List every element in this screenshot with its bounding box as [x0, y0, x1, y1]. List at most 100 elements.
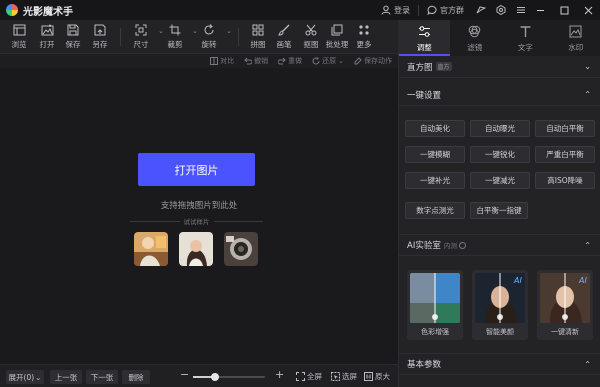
ai-lab-section[interactable]: AI实验室 内测 ⌃ — [399, 234, 600, 256]
spot-metering-button[interactable]: 数字点测光 — [405, 202, 465, 219]
chevron-down-icon[interactable]: ⌄ — [584, 62, 591, 71]
sample-thumbnail-2[interactable] — [179, 232, 213, 266]
official-group-button[interactable]: 官方群 — [427, 5, 464, 16]
restore-button[interactable]: 还原 ⌄ — [312, 56, 344, 66]
undo-button[interactable]: 撤销 — [244, 56, 268, 66]
one-click-blur-button[interactable]: 一键模糊 — [405, 146, 465, 163]
reduce-light-button[interactable]: 一键减光 — [470, 172, 530, 189]
close-button[interactable] — [576, 0, 600, 20]
auto-white-balance-button[interactable]: 自动白平衡 — [535, 120, 595, 137]
redo-label: 重做 — [288, 57, 303, 65]
fill-light-button[interactable]: 一键补光 — [405, 172, 465, 189]
delete-button[interactable]: 删除 — [122, 370, 150, 384]
redo-button[interactable]: 重做 — [278, 56, 302, 66]
batch-button[interactable]: 批处理 — [323, 23, 351, 50]
ai-card-fresh[interactable]: AI 一键清新 — [537, 270, 593, 340]
chevron-down-icon[interactable]: ⌄ — [338, 57, 344, 65]
select-button[interactable]: 选屏 — [331, 371, 357, 382]
save-icon — [67, 24, 79, 36]
image-canvas[interactable]: 打开图片 支持拖拽图片到此处 试试样片 — [0, 68, 398, 364]
histogram-badge: 直方 — [435, 62, 452, 71]
auto-beautify-button[interactable]: 自动美化 — [405, 120, 465, 137]
save-as-label: 另存 — [92, 40, 108, 49]
svg-text:AI: AI — [513, 276, 522, 285]
auto-exposure-button[interactable]: 自动曝光 — [470, 120, 530, 137]
drag-hint: 支持拖拽图片到此处 — [160, 201, 238, 211]
zoom-out-button[interactable]: − — [180, 368, 189, 381]
histogram-section[interactable]: 直方图 直方 ⌄ — [399, 56, 600, 78]
original-size-icon — [364, 372, 373, 381]
one-click-section[interactable]: 一键设置 ⌃ — [399, 84, 600, 106]
ai-card-image — [410, 273, 460, 323]
open-label: 打开 — [39, 40, 55, 49]
zoom-slider-knob[interactable] — [210, 373, 219, 381]
open-button[interactable]: 打开 — [33, 23, 61, 50]
sample-thumbnail-3[interactable] — [224, 232, 258, 266]
open-image-button[interactable]: 打开图片 — [138, 153, 255, 186]
browse-button[interactable]: 浏览 — [5, 23, 33, 50]
divider — [213, 220, 263, 222]
fullscreen-button[interactable]: 全屏 — [296, 371, 322, 382]
sub-toolbar: 对比 撤销 重做 还原 ⌄ 保存动作 — [0, 54, 398, 68]
batch-label: 批处理 — [325, 40, 349, 49]
compare-button[interactable]: 对比 — [210, 56, 234, 66]
ai-card-color-enhance[interactable]: 色彩增强 — [407, 270, 463, 340]
maximize-button[interactable] — [552, 0, 576, 20]
ai-card-image: AI — [475, 273, 525, 323]
one-click-sharpen-button[interactable]: 一键锐化 — [470, 146, 530, 163]
rotate-button[interactable]: 旋转 ⌄ — [195, 23, 232, 50]
crop-icon — [169, 24, 181, 36]
paint-button[interactable]: 画笔 — [270, 23, 298, 50]
chevron-down-icon[interactable]: ⌄ — [226, 27, 232, 35]
restore-label: 还原 — [322, 57, 337, 65]
minimize-button[interactable] — [528, 0, 552, 20]
tab-label: 水印 — [568, 43, 584, 52]
tab-filter[interactable]: 滤镜 — [450, 20, 501, 56]
menu-icon[interactable] — [514, 3, 528, 17]
more-button[interactable]: 更多 — [350, 23, 378, 50]
tab-adjust[interactable]: 调整 — [399, 20, 450, 56]
high-iso-denoise-button[interactable]: 高ISO降噪 — [535, 172, 595, 189]
title-bar: 光影魔术手 登录 官方群 — [0, 0, 600, 20]
cutout-icon — [305, 24, 317, 36]
zoom-slider[interactable] — [193, 373, 265, 381]
severe-white-balance-button[interactable]: 严重白平衡 — [535, 146, 595, 163]
save-as-icon — [94, 24, 106, 36]
filter-icon — [468, 25, 481, 38]
chevron-up-icon[interactable]: ⌃ — [584, 241, 591, 250]
collage-button[interactable]: 拼图 — [244, 23, 272, 50]
original-size-button[interactable]: 原大 — [364, 371, 390, 382]
ai-card-smart-beauty[interactable]: AI 智能美颜 — [472, 270, 528, 340]
crop-button[interactable]: 裁剪 ⌄ — [161, 23, 198, 50]
settings-icon[interactable] — [494, 3, 508, 17]
fit-button[interactable]: 展开(0) ⌄ — [6, 370, 44, 384]
white-balance-finger-button[interactable]: 白平衡一指键 — [470, 202, 528, 219]
ai-card-label: 一键清新 — [551, 328, 579, 336]
cutout-button[interactable]: 抠图 — [297, 23, 325, 50]
app-logo-icon — [6, 4, 18, 16]
minimize-icon — [536, 9, 544, 11]
save-button[interactable]: 保存 — [59, 23, 87, 50]
next-button[interactable]: 下一张 — [86, 370, 118, 384]
prev-button[interactable]: 上一张 — [50, 370, 82, 384]
save-as-button[interactable]: 另存 — [86, 23, 114, 50]
save-action-button[interactable]: 保存动作 — [354, 56, 392, 66]
chat-icon — [427, 5, 437, 15]
sample-divider: 试试样片 — [130, 216, 263, 226]
tab-text[interactable]: 文字 — [500, 20, 551, 56]
divider — [418, 4, 419, 16]
login-button[interactable]: 登录 — [381, 5, 410, 16]
sample-thumbnail-1[interactable] — [134, 232, 168, 266]
undo-icon — [244, 57, 253, 65]
tab-watermark[interactable]: 水印 — [551, 20, 600, 56]
help-icon[interactable] — [458, 241, 466, 249]
zoom-in-button[interactable]: + — [275, 368, 284, 381]
fullscreen-label: 全屏 — [307, 372, 322, 381]
size-button[interactable]: 尺寸 ⌄ — [127, 23, 164, 50]
login-label: 登录 — [394, 5, 410, 15]
basic-params-section[interactable]: 基本参数 ⌃ — [399, 353, 600, 375]
chevron-up-icon[interactable]: ⌃ — [584, 360, 591, 369]
share-icon[interactable] — [474, 3, 488, 17]
histogram-title: 直方图 — [407, 62, 433, 73]
chevron-up-icon[interactable]: ⌃ — [584, 90, 591, 99]
